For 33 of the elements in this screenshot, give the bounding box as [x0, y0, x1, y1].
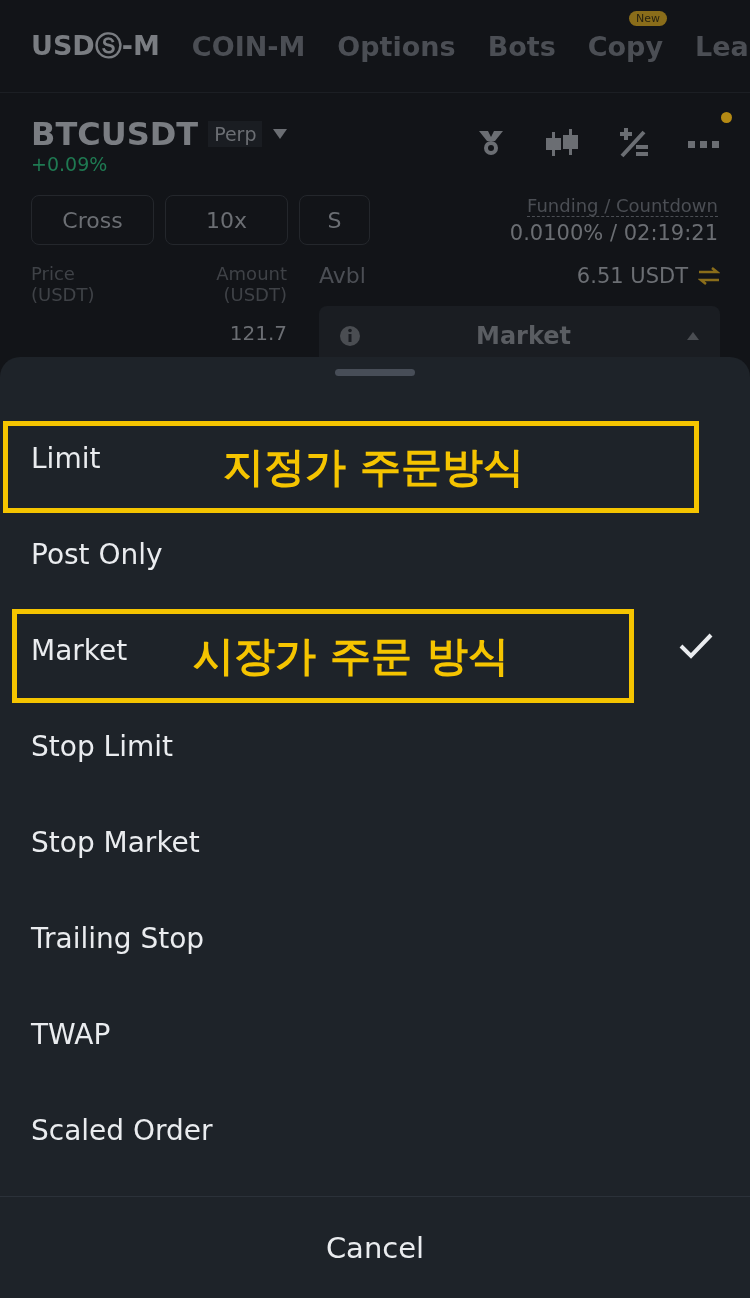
transfer-icon[interactable]	[698, 266, 720, 285]
cancel-button[interactable]: Cancel	[0, 1196, 750, 1298]
more-icon[interactable]	[688, 140, 720, 149]
available-value: 6.51 USDT	[576, 263, 688, 288]
caret-icon[interactable]	[272, 128, 289, 140]
caret-icon[interactable]	[686, 331, 700, 341]
calculator-icon[interactable]	[618, 127, 650, 159]
medal-icon[interactable]	[476, 128, 506, 158]
margin-setting-button[interactable]: 10x	[165, 195, 288, 245]
price-change: +0.09%	[31, 153, 108, 175]
info-icon[interactable]	[339, 325, 361, 347]
amount-cell: 121.7	[229, 321, 287, 345]
drag-handle[interactable]	[335, 369, 415, 376]
order-type-option[interactable]: Market	[31, 633, 128, 667]
order-type-select[interactable]: Market	[319, 306, 720, 357]
order-type-option[interactable]: Trailing Stop	[31, 921, 205, 955]
margin-setting-button[interactable]: S	[299, 195, 370, 245]
order-type-option[interactable]: Scaled Order	[31, 1113, 213, 1147]
order-type-option[interactable]: Limit	[31, 441, 101, 475]
available-label: Avbl	[319, 263, 367, 288]
annotation-text: 시장가 주문 방식	[193, 630, 509, 682]
funding-value: 0.0100% / 02:19:21	[509, 221, 718, 245]
contract-type-tag: Perp	[208, 121, 263, 147]
annotation-text: 지정가 주문방식	[223, 441, 525, 493]
order-type-option[interactable]: Stop Limit	[31, 729, 173, 763]
market-tab[interactable]: USDⓈ-M	[31, 30, 160, 61]
order-type-option[interactable]: Stop Market	[31, 825, 200, 859]
margin-setting-button[interactable]: Cross	[31, 195, 154, 245]
symbol-name[interactable]: BTCUSDT	[31, 115, 199, 153]
order-type-option[interactable]: TWAP	[31, 1017, 111, 1051]
new-badge: New	[629, 10, 668, 26]
order-type-option[interactable]: Post Only	[31, 537, 163, 571]
candlestick-icon[interactable]	[544, 128, 580, 158]
